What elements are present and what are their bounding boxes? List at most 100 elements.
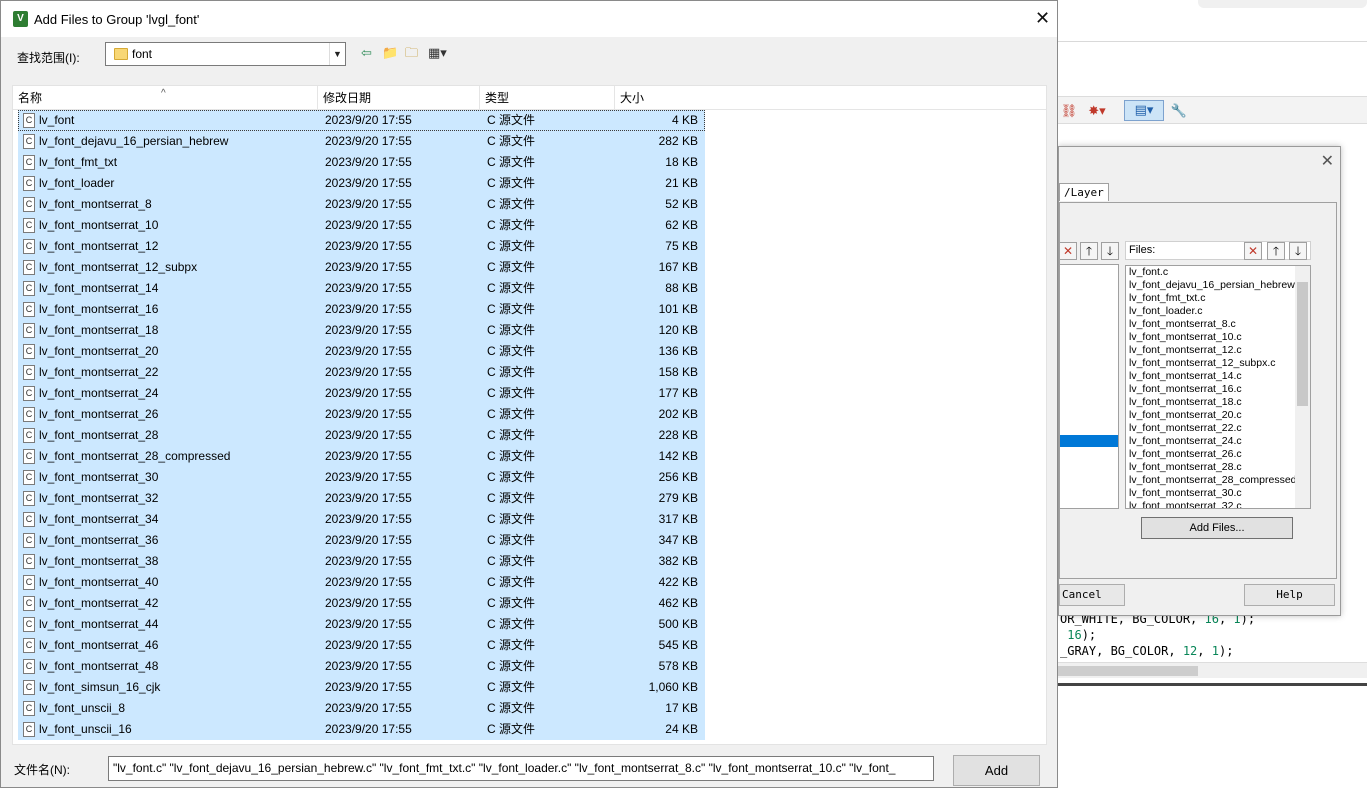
- file-name-input[interactable]: "lv_font.c" "lv_font_dejavu_16_persian_h…: [108, 756, 934, 781]
- list-item[interactable]: lv_font_montserrat_28.c: [1126, 461, 1310, 474]
- list-item[interactable]: lv_font_montserrat_26.c: [1126, 448, 1310, 461]
- list-item[interactable]: lv_font_montserrat_28_compressed: [1126, 474, 1310, 487]
- table-row[interactable]: Clv_font_montserrat_34 2023/9/20 17:55 C 源…: [18, 509, 705, 530]
- list-item[interactable]: lv_font_montserrat_30.c: [1126, 487, 1310, 500]
- cell-size: 62 KB: [665, 218, 698, 232]
- close-icon[interactable]: ✕: [1321, 151, 1334, 171]
- column-name[interactable]: 名称 ^: [13, 86, 318, 110]
- list-item[interactable]: lv_font_dejavu_16_persian_hebrew: [1126, 279, 1310, 292]
- look-in-combo[interactable]: font ▼: [105, 42, 346, 66]
- table-row[interactable]: Clv_font_montserrat_42 2023/9/20 17:55 C 源…: [18, 593, 705, 614]
- ide-horizontal-scrollbar[interactable]: [1058, 662, 1367, 678]
- cell-date: 2023/9/20 17:55: [325, 722, 412, 736]
- up-folder-icon[interactable]: 📁: [382, 45, 398, 61]
- move-file-down-icon[interactable]: 🡓: [1289, 242, 1307, 260]
- tab-layer[interactable]: /Layer: [1059, 183, 1109, 201]
- window-layout-icon[interactable]: ▤▾: [1124, 100, 1164, 121]
- table-row[interactable]: Clv_font_montserrat_32 2023/9/20 17:55 C 源…: [18, 488, 705, 509]
- list-item[interactable]: lv_font_montserrat_32.c: [1126, 500, 1310, 508]
- cell-size: 18 KB: [665, 155, 698, 169]
- table-row[interactable]: Clv_font_montserrat_14 2023/9/20 17:55 C 源…: [18, 278, 705, 299]
- table-row[interactable]: Clv_font 2023/9/20 17:55 C 源文件 4 KB: [18, 110, 705, 131]
- cell-date: 2023/9/20 17:55: [325, 218, 412, 232]
- link-icon[interactable]: ⛓: [1060, 102, 1078, 119]
- column-size[interactable]: 大小: [615, 86, 705, 110]
- table-row[interactable]: Clv_font_montserrat_20 2023/9/20 17:55 C 源…: [18, 341, 705, 362]
- c-file-icon: C: [23, 680, 35, 695]
- table-row[interactable]: Clv_font_unscii_8 2023/9/20 17:55 C 源文件 17 …: [18, 698, 705, 719]
- cell-size: 317 KB: [658, 512, 698, 526]
- cell-name: lv_font_montserrat_34: [39, 512, 159, 526]
- list-item[interactable]: lv_font_montserrat_10.c: [1126, 331, 1310, 344]
- table-row[interactable]: Clv_font_montserrat_28 2023/9/20 17:55 C 源…: [18, 425, 705, 446]
- options-icon[interactable]: ✸▾: [1086, 102, 1108, 119]
- chevron-down-icon[interactable]: ▼: [329, 43, 345, 65]
- table-row[interactable]: Clv_font_montserrat_16 2023/9/20 17:55 C 源…: [18, 299, 705, 320]
- cell-date: 2023/9/20 17:55: [325, 281, 412, 295]
- table-row[interactable]: Clv_font_montserrat_12_subpx 2023/9/20 17…: [18, 257, 705, 278]
- cell-date: 2023/9/20 17:55: [325, 428, 412, 442]
- table-row[interactable]: Clv_font_dejavu_16_persian_hebrew 2023/9/…: [18, 131, 705, 152]
- list-item[interactable]: lv_font_montserrat_18.c: [1126, 396, 1310, 409]
- move-file-up-icon[interactable]: 🡑: [1267, 242, 1285, 260]
- move-down-icon[interactable]: 🡓: [1101, 242, 1119, 260]
- list-item[interactable]: lv_font_montserrat_8.c: [1126, 318, 1310, 331]
- table-row[interactable]: Clv_font_montserrat_24 2023/9/20 17:55 C 源…: [18, 383, 705, 404]
- back-icon[interactable]: ⇦: [361, 45, 372, 61]
- table-row[interactable]: Clv_font_montserrat_46 2023/9/20 17:55 C 源…: [18, 635, 705, 656]
- selected-group[interactable]: [1060, 435, 1118, 447]
- close-icon[interactable]: ✕: [1035, 8, 1050, 29]
- c-file-icon: C: [23, 722, 35, 737]
- files-label: Files:: [1129, 244, 1156, 256]
- view-menu-icon[interactable]: ▦▾: [428, 45, 447, 61]
- table-row[interactable]: Clv_font_montserrat_10 2023/9/20 17:55 C 源…: [18, 215, 705, 236]
- cell-date: 2023/9/20 17:55: [325, 512, 412, 526]
- list-item[interactable]: lv_font_montserrat_16.c: [1126, 383, 1310, 396]
- list-item[interactable]: lv_font_montserrat_12.c: [1126, 344, 1310, 357]
- table-row[interactable]: Clv_font_montserrat_36 2023/9/20 17:55 C 源…: [18, 530, 705, 551]
- files-list[interactable]: lv_font.c lv_font_dejavu_16_persian_hebre…: [1125, 265, 1311, 509]
- list-item[interactable]: lv_font_montserrat_14.c: [1126, 370, 1310, 383]
- files-scrollbar[interactable]: [1295, 266, 1310, 508]
- help-button[interactable]: Help: [1244, 584, 1335, 606]
- list-item[interactable]: lv_font_montserrat_12_subpx.c: [1126, 357, 1310, 370]
- delete-icon[interactable]: ✕: [1059, 242, 1077, 260]
- list-item[interactable]: lv_font_montserrat_22.c: [1126, 422, 1310, 435]
- table-row[interactable]: Clv_font_montserrat_44 2023/9/20 17:55 C 源…: [18, 614, 705, 635]
- table-row[interactable]: Clv_font_montserrat_30 2023/9/20 17:55 C 源…: [18, 467, 705, 488]
- column-type[interactable]: 类型: [480, 86, 615, 110]
- table-row[interactable]: Clv_font_montserrat_8 2023/9/20 17:55 C 源文…: [18, 194, 705, 215]
- add-button[interactable]: Add: [953, 755, 1040, 786]
- table-row[interactable]: Clv_font_montserrat_28_compressed 2023/9/…: [18, 446, 705, 467]
- new-folder-icon[interactable]: 🗀: [405, 45, 418, 61]
- move-up-icon[interactable]: 🡑: [1080, 242, 1098, 260]
- table-row[interactable]: Clv_font_montserrat_48 2023/9/20 17:55 C 源…: [18, 656, 705, 677]
- wrench-icon[interactable]: 🔧: [1170, 102, 1188, 119]
- cell-size: 52 KB: [665, 197, 698, 211]
- list-item[interactable]: lv_font_montserrat_24.c: [1126, 435, 1310, 448]
- file-list[interactable]: 名称 ^ 修改日期 类型 大小 Clv_font 2023/9/20 17:55 C…: [12, 85, 1047, 745]
- table-row[interactable]: Clv_font_montserrat_40 2023/9/20 17:55 C 源…: [18, 572, 705, 593]
- column-date[interactable]: 修改日期: [318, 86, 480, 110]
- cancel-button[interactable]: Cancel: [1059, 584, 1125, 606]
- groups-list[interactable]: [1059, 264, 1119, 509]
- list-item[interactable]: lv_font_montserrat_20.c: [1126, 409, 1310, 422]
- list-item[interactable]: lv_font_fmt_txt.c: [1126, 292, 1310, 305]
- table-row[interactable]: Clv_font_unscii_16 2023/9/20 17:55 C 源文件 24…: [18, 719, 705, 740]
- delete-file-icon[interactable]: ✕: [1244, 242, 1262, 260]
- table-row[interactable]: Clv_font_montserrat_22 2023/9/20 17:55 C 源…: [18, 362, 705, 383]
- table-row[interactable]: Clv_font_montserrat_12 2023/9/20 17:55 C 源…: [18, 236, 705, 257]
- table-row[interactable]: Clv_font_fmt_txt 2023/9/20 17:55 C 源文件 18 K…: [18, 152, 705, 173]
- list-item[interactable]: lv_font_loader.c: [1126, 305, 1310, 318]
- table-row[interactable]: Clv_font_montserrat_18 2023/9/20 17:55 C 源…: [18, 320, 705, 341]
- table-row[interactable]: Clv_font_montserrat_38 2023/9/20 17:55 C 源…: [18, 551, 705, 572]
- cell-type: C 源文件: [487, 659, 536, 673]
- add-files-button[interactable]: Add Files...: [1141, 517, 1293, 539]
- list-item[interactable]: lv_font.c: [1126, 266, 1310, 279]
- cell-name: lv_font_loader: [39, 176, 115, 190]
- table-row[interactable]: Clv_font_simsun_16_cjk 2023/9/20 17:55 C 源…: [18, 677, 705, 698]
- table-row[interactable]: Clv_font_montserrat_26 2023/9/20 17:55 C 源…: [18, 404, 705, 425]
- cell-type: C 源文件: [487, 218, 536, 232]
- cell-type: C 源文件: [487, 722, 536, 736]
- table-row[interactable]: Clv_font_loader 2023/9/20 17:55 C 源文件 21 KB: [18, 173, 705, 194]
